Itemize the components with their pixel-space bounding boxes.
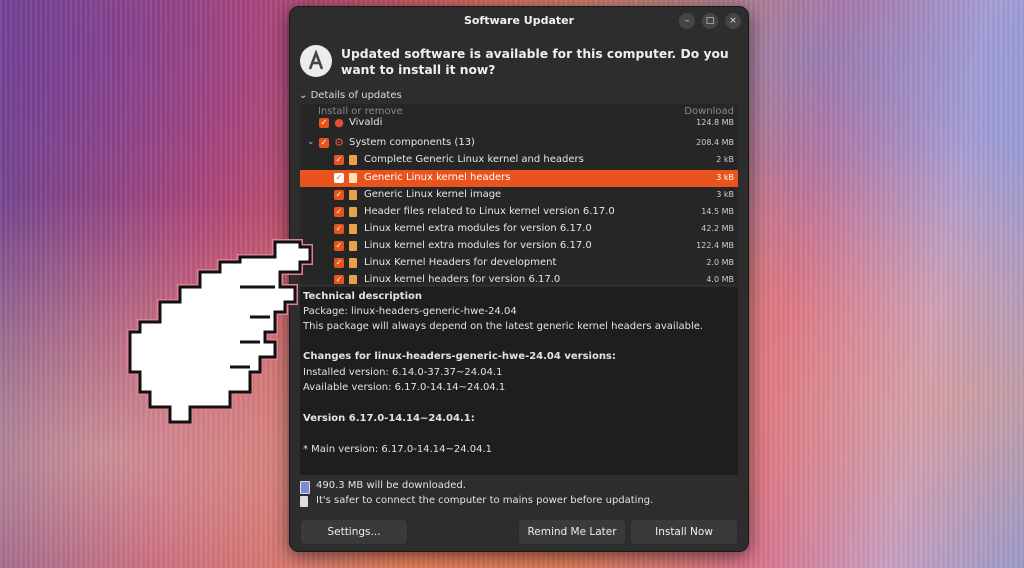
vivaldi-icon: ● [334, 116, 344, 129]
available-version: Available version: 6.17.0-14.14~24.04.1 [303, 382, 506, 393]
item-size: 208.4 MB [696, 138, 734, 147]
package-icon [349, 258, 357, 268]
item-label: Generic Linux kernel image [364, 189, 502, 200]
package-icon [349, 224, 357, 234]
checkbox[interactable]: ✓ [334, 155, 344, 165]
gear-icon: ⚙ [334, 136, 344, 149]
checkbox[interactable]: ✓ [334, 173, 344, 183]
battery-icon [300, 496, 308, 507]
remind-later-button[interactable]: Remind Me Later [518, 519, 626, 545]
details-label: Details of updates [310, 90, 402, 101]
download-text: 490.3 MB will be downloaded. [316, 480, 466, 491]
list-item[interactable]: ⌄ ✓ ⚙ System components (13) 208.4 MB [300, 135, 738, 152]
installed-version: Installed version: 6.14.0-37.37~24.04.1 [303, 367, 503, 378]
header-message: Updated software is available for this c… [341, 47, 729, 77]
version-heading: Version 6.17.0-14.14~24.04.1: [303, 413, 475, 424]
list-item[interactable]: ✓ Generic Linux kernel image 3 kB [300, 187, 738, 204]
item-label: Complete Generic Linux kernel and header… [364, 154, 584, 165]
package-icon [349, 155, 357, 165]
list-item[interactable]: ✓ Complete Generic Linux kernel and head… [300, 152, 738, 169]
description-heading: Technical description [303, 291, 422, 302]
maximize-button[interactable]: □ [702, 13, 718, 29]
package-name: Package: linux-headers-generic-hwe-24.04 [303, 306, 517, 317]
install-now-button[interactable]: Install Now [630, 519, 738, 545]
item-label: Generic Linux kernel headers [364, 172, 511, 183]
package-summary: This package will always depend on the l… [303, 321, 704, 332]
main-version: * Main version: 6.17.0-14.14~24.04.1 [303, 444, 492, 455]
checkbox[interactable]: ✓ [334, 275, 344, 284]
list-item[interactable]: ✓ Linux Kernel Headers for development 2… [300, 255, 738, 272]
checkbox[interactable]: ✓ [334, 258, 344, 268]
list-item[interactable]: ✓ Header files related to Linux kernel v… [300, 204, 738, 221]
download-icon [300, 481, 310, 494]
item-size: 4.0 MB [706, 275, 734, 284]
settings-button[interactable]: Settings... [300, 519, 408, 545]
details-expander[interactable]: ⌄ Details of updates [299, 90, 402, 101]
chevron-down-icon[interactable]: ⌄ [307, 137, 315, 147]
checkbox[interactable]: ✓ [334, 207, 344, 217]
item-label: Linux Kernel Headers for development [364, 257, 557, 268]
package-icon [349, 207, 357, 217]
close-button[interactable]: × [725, 13, 741, 29]
updates-list: Install or remove Download ✓ ● Vivaldi 1… [300, 104, 738, 284]
software-updater-icon [300, 45, 332, 77]
minimize-button[interactable]: – [679, 13, 695, 29]
list-item[interactable]: ✓ ● Vivaldi 124.8 MB [300, 115, 738, 132]
item-size: 3 kB [716, 190, 734, 199]
item-label: Linux kernel extra modules for version 6… [364, 240, 592, 251]
list-item[interactable]: ✓ Linux kernel headers for version 6.17.… [300, 272, 738, 284]
checkbox[interactable]: ✓ [334, 241, 344, 251]
package-icon [349, 190, 357, 200]
package-icon [349, 173, 357, 183]
software-updater-window: Software Updater – □ × Updated software … [289, 6, 749, 552]
list-item[interactable]: ✓ Linux kernel extra modules for version… [300, 238, 738, 255]
checkbox[interactable]: ✓ [334, 190, 344, 200]
checkbox[interactable]: ✓ [334, 224, 344, 234]
checkbox[interactable]: ✓ [319, 118, 329, 128]
chevron-down-icon: ⌄ [299, 90, 308, 101]
item-label: System components (13) [349, 137, 475, 148]
list-item-selected[interactable]: ✓ Generic Linux kernel headers 3 kB [300, 170, 738, 187]
item-label: Header files related to Linux kernel ver… [364, 206, 615, 217]
item-label: Linux kernel extra modules for version 6… [364, 223, 592, 234]
item-size: 124.8 MB [696, 118, 734, 127]
item-size: 2.0 MB [706, 258, 734, 267]
package-icon [349, 241, 357, 251]
item-size: 14.5 MB [701, 207, 734, 216]
item-label: Linux kernel headers for version 6.17.0 [364, 274, 561, 284]
item-label: Vivaldi [349, 117, 383, 128]
technical-description: Technical description Package: linux-hea… [300, 287, 738, 475]
package-icon [349, 275, 357, 284]
checkbox[interactable]: ✓ [319, 138, 329, 148]
header: Updated software is available for this c… [300, 45, 740, 85]
item-size: 2 kB [716, 155, 734, 164]
changes-heading: Changes for linux-headers-generic-hwe-24… [303, 351, 616, 362]
item-size: 42.2 MB [701, 224, 734, 233]
pointing-hand-icon [100, 232, 320, 432]
list-item[interactable]: ✓ Linux kernel extra modules for version… [300, 221, 738, 238]
item-size: 122.4 MB [696, 241, 734, 250]
item-size: 3 kB [716, 173, 734, 182]
power-text: It's safer to connect the computer to ma… [316, 495, 654, 506]
titlebar: Software Updater – □ × [290, 7, 748, 35]
